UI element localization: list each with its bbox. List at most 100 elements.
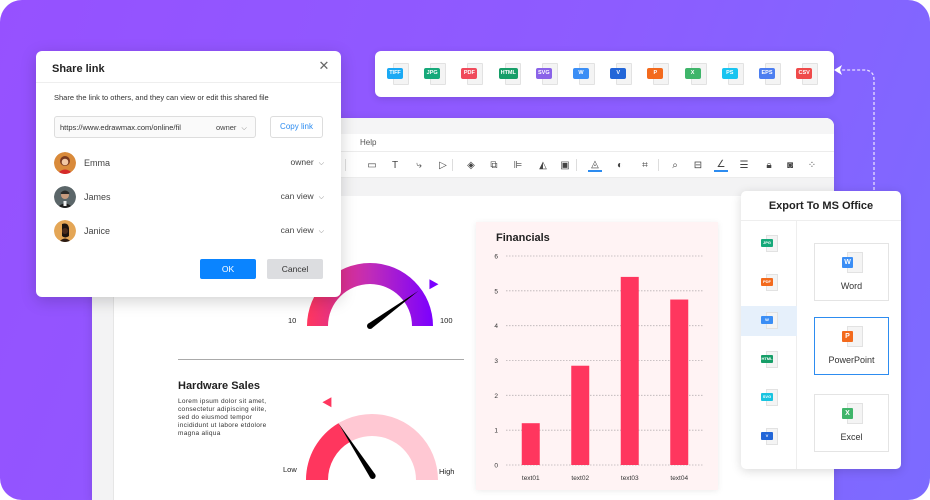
- format-label: HTML: [761, 354, 773, 363]
- gauge-bottom-min-label: Low: [283, 465, 297, 474]
- copy-link-button[interactable]: Copy link: [270, 116, 323, 138]
- export-formats-strip: TIFF JPG PDF HTML SVG W V P X PS EPS CSV: [375, 51, 834, 97]
- format-label: P: [647, 68, 664, 79]
- user-name: Janice: [84, 226, 111, 236]
- export-side-item-pdf[interactable]: PDF: [741, 268, 797, 298]
- export-side-item-v[interactable]: V: [741, 422, 797, 452]
- format-p-icon[interactable]: P: [647, 63, 671, 87]
- format-label: V: [761, 431, 773, 440]
- close-icon[interactable]: ✕: [317, 59, 331, 73]
- avatar: [54, 186, 76, 208]
- export-side-item-w[interactable]: W: [741, 306, 797, 336]
- export-format-list: JPG PDF W HTML SVG V: [741, 221, 797, 469]
- export-card-powerpoint[interactable]: P PowerPoint: [814, 317, 889, 375]
- link-permission-value: owner: [216, 123, 237, 132]
- format-label: X: [684, 68, 701, 79]
- gauge-top-max-label: 100: [440, 316, 453, 325]
- financials-chart: 0 1 2 3 4 5 6 text01 text02 text03 text04: [494, 254, 704, 482]
- bar-text04: [670, 299, 689, 465]
- format-eps-icon[interactable]: EPS: [759, 63, 783, 87]
- y-tick-label: 3: [494, 358, 498, 365]
- format-x-icon[interactable]: X: [684, 63, 709, 87]
- dialog-title: Share link: [52, 63, 105, 75]
- format-label: EPS: [759, 68, 775, 79]
- gauge-top-needle-hub: [367, 323, 373, 329]
- format-label: CSV: [796, 68, 813, 79]
- user-name: James: [84, 192, 111, 202]
- export-ms-office-panel: Export To MS Office JPG PDF W HTML SVG V W Wor…: [741, 191, 901, 469]
- format-label: SVG: [761, 393, 773, 401]
- format-label: SVG: [535, 68, 552, 79]
- gauge-bottom: [306, 397, 438, 480]
- format-pdf-icon[interactable]: PDF: [461, 63, 485, 87]
- format-svg-icon[interactable]: SVG: [535, 63, 560, 87]
- avatar: [54, 220, 76, 242]
- x-tick-label: text03: [621, 475, 639, 482]
- export-card-label: PowerPoint: [828, 355, 875, 365]
- format-label: V: [610, 68, 627, 79]
- cancel-button[interactable]: Cancel: [267, 259, 323, 279]
- format-label: HTML: [498, 68, 518, 79]
- dialog-description: Share the link to others, and they can v…: [54, 93, 269, 102]
- y-tick-label: 4: [494, 323, 498, 330]
- link-permission-select[interactable]: owner ⌵: [216, 123, 247, 133]
- gauge-bottom-needle-hub: [369, 473, 376, 479]
- x-tick-label: text04: [670, 475, 688, 482]
- section-divider: [178, 359, 464, 360]
- y-tick-label: 2: [494, 393, 498, 400]
- excel-icon: X: [842, 408, 853, 419]
- hardware-sales-body: Lorem ipsum dolor sit amet, consectetur …: [178, 398, 267, 437]
- y-tick-label: 1: [494, 428, 498, 435]
- format-tiff-icon[interactable]: TIFF: [387, 63, 411, 87]
- export-side-item-html[interactable]: HTML: [741, 345, 797, 375]
- format-w-icon[interactable]: W: [573, 63, 597, 87]
- format-csv-icon[interactable]: CSV: [796, 63, 820, 87]
- format-html-icon[interactable]: HTML: [498, 63, 523, 87]
- hardware-sales-title: Hardware Sales: [178, 380, 260, 392]
- gauge-bottom-value-arc: [306, 423, 350, 480]
- export-card-label: Excel: [840, 432, 863, 442]
- user-permission-select[interactable]: can view ⌵: [281, 225, 324, 236]
- export-card-word[interactable]: W Word: [814, 243, 889, 301]
- format-ps-icon[interactable]: PS: [721, 63, 746, 87]
- user-permission-select[interactable]: can view ⌵: [281, 191, 324, 202]
- chevron-down-icon: ⌵: [318, 160, 324, 167]
- gauge-bottom-max-label: High: [439, 467, 455, 476]
- format-v-icon[interactable]: V: [610, 63, 634, 87]
- link-url[interactable]: https://www.edrawmax.com/online/fil: [60, 123, 208, 132]
- chevron-down-icon: ⌵: [318, 228, 324, 235]
- ok-button[interactable]: OK: [200, 259, 256, 279]
- gauge-top-min-label: 10: [288, 316, 297, 325]
- chevron-down-icon: ⌵: [241, 125, 247, 132]
- powerpoint-icon: P: [842, 331, 853, 342]
- user-permission-value: can view: [280, 191, 314, 201]
- y-tick-label: 6: [494, 254, 498, 261]
- format-jpg-icon[interactable]: JPG: [424, 63, 448, 87]
- format-label: W: [573, 68, 589, 79]
- dashed-arrow-icon: [834, 65, 875, 190]
- format-label: PS: [721, 68, 738, 79]
- gauge-top-marker-icon: [429, 279, 439, 290]
- user-name: Emma: [84, 158, 111, 168]
- format-label: JPG: [761, 239, 773, 247]
- export-card-label: Word: [840, 281, 863, 291]
- export-card-excel[interactable]: X Excel: [814, 394, 889, 452]
- user-row: Emma owner ⌵: [54, 152, 324, 176]
- user-row: James can view ⌵: [54, 186, 324, 210]
- avatar: [54, 152, 76, 174]
- export-side-item-svg[interactable]: SVG: [741, 383, 797, 413]
- format-label: TIFF: [387, 68, 403, 79]
- link-field[interactable]: https://www.edrawmax.com/online/fil owne…: [54, 116, 256, 138]
- user-permission-value: owner: [290, 157, 314, 167]
- y-tick-label: 0: [494, 463, 498, 470]
- y-tick-label: 5: [494, 288, 498, 295]
- dialog-divider: [36, 82, 341, 83]
- chevron-down-icon: ⌵: [318, 194, 324, 201]
- bar-text03: [620, 276, 639, 465]
- export-side-item-jpg[interactable]: JPG: [741, 229, 797, 259]
- gauge-bottom-marker-icon: [322, 397, 332, 408]
- format-label: W: [761, 316, 773, 324]
- format-label: PDF: [761, 277, 773, 286]
- user-permission-value: can view: [280, 225, 314, 235]
- user-permission-select[interactable]: owner ⌵: [291, 157, 324, 168]
